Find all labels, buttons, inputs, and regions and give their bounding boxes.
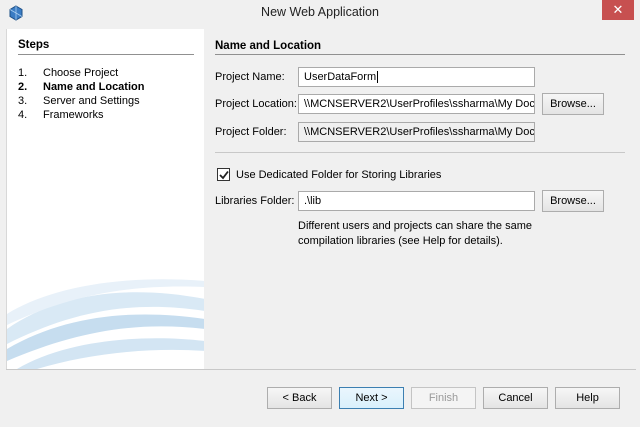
hint-line: compilation libraries (see Help for deta… [298, 235, 503, 247]
decorative-swoosh-graphic [7, 279, 204, 369]
hint-line: Different users and projects can share t… [298, 220, 532, 232]
steps-heading: Steps [18, 39, 50, 51]
libraries-hint-text: Different users and projects can share t… [298, 219, 558, 249]
step-item-name-and-location: 2. Name and Location [18, 80, 144, 94]
help-button[interactable]: Help [555, 387, 620, 409]
next-button[interactable]: Next > [339, 387, 404, 409]
step-item-choose-project: 1. Choose Project [18, 66, 144, 80]
step-label: Name and Location [43, 81, 145, 93]
dedicated-folder-label: Use Dedicated Folder for Storing Librari… [236, 168, 442, 181]
step-number: 2. [18, 81, 28, 93]
project-name-input[interactable]: UserDataForm [298, 67, 535, 87]
step-label: Server and Settings [43, 95, 140, 107]
footer-divider [6, 369, 636, 370]
browse-libraries-button[interactable]: Browse... [542, 190, 604, 212]
step-number: 4. [18, 109, 28, 121]
dedicated-folder-checkbox[interactable] [217, 168, 230, 181]
project-folder-label: Project Folder: [215, 126, 287, 138]
close-icon: ✕ [612, 2, 624, 17]
project-name-value: UserDataForm [304, 71, 377, 83]
project-location-label: Project Location: [215, 98, 297, 110]
browse-location-button[interactable]: Browse... [542, 93, 604, 115]
steps-divider [18, 54, 194, 55]
project-location-input[interactable]: \\MCNSERVER2\UserProfiles\ssharma\My Doc… [298, 94, 535, 114]
project-folder-field: \\MCNSERVER2\UserProfiles\ssharma\My Doc… [298, 122, 535, 142]
section-title: Name and Location [215, 40, 322, 52]
steps-list: 1. Choose Project 2. Name and Location 3… [18, 66, 144, 122]
checkmark-icon [218, 170, 229, 179]
step-item-frameworks: 4. Frameworks [18, 108, 144, 122]
title-bar: New Web Application ✕ [0, 0, 640, 26]
step-item-server-and-settings: 3. Server and Settings [18, 94, 144, 108]
back-button[interactable]: < Back [267, 387, 332, 409]
step-number: 3. [18, 95, 28, 107]
steps-panel: Steps 1. Choose Project 2. Name and Loca… [6, 29, 204, 369]
step-label: Frameworks [43, 109, 104, 121]
step-number: 1. [18, 67, 28, 79]
libraries-folder-input[interactable]: .\lib [298, 191, 535, 211]
separator [215, 152, 625, 153]
name-location-panel: Name and Location Project Name: UserData… [204, 29, 636, 369]
dedicated-folder-checkbox-row[interactable]: Use Dedicated Folder for Storing Librari… [217, 168, 441, 181]
finish-button[interactable]: Finish [411, 387, 476, 409]
step-label: Choose Project [43, 67, 119, 79]
cancel-button[interactable]: Cancel [483, 387, 548, 409]
section-divider [215, 54, 625, 55]
project-name-label: Project Name: [215, 71, 285, 83]
libraries-folder-label: Libraries Folder: [215, 195, 295, 207]
window-title: New Web Application [261, 5, 379, 19]
text-cursor [377, 71, 379, 83]
close-button[interactable]: ✕ [602, 0, 634, 20]
